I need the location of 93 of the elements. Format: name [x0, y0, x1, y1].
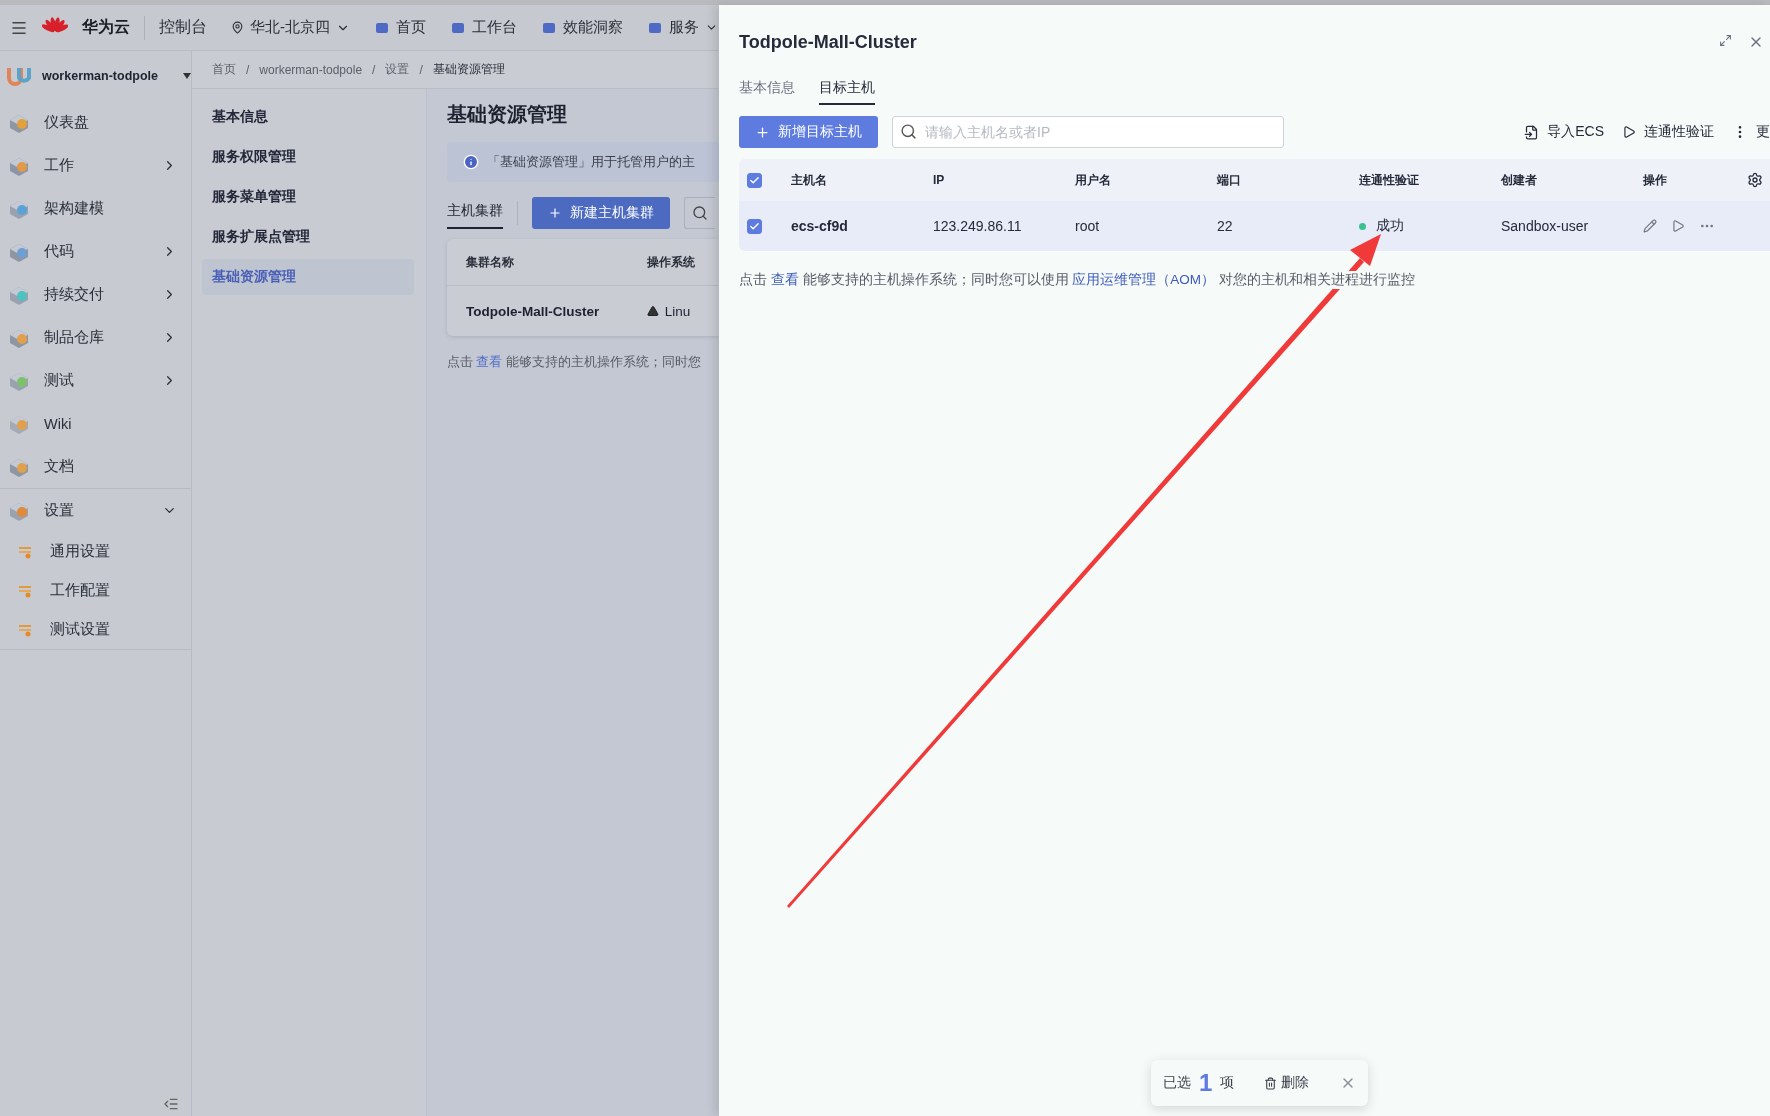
- column-header: 操作系统: [646, 253, 696, 271]
- drawer-title: Todpole-Mall-Cluster: [739, 31, 917, 53]
- settings-menu-item[interactable]: 服务权限管理: [202, 139, 414, 175]
- hint-text: 点击 查看 能够支持的主机操作系统；同时您可以使用 应用运维管理（AOM） 对您的主机和相关进程进行监控: [739, 271, 1415, 289]
- project-selector[interactable]: workerman-todpole: [0, 51, 191, 101]
- sidebar-item[interactable]: 测试: [0, 359, 191, 402]
- column-header: 创建者: [1501, 171, 1538, 189]
- breadcrumb-link[interactable]: workerman-todpole: [259, 62, 363, 77]
- link[interactable]: 应用运维管理（AOM）: [1072, 272, 1216, 287]
- search-icon: [692, 204, 708, 221]
- selection-count: 1: [1199, 1069, 1213, 1097]
- link[interactable]: 查看: [770, 272, 799, 287]
- new-cluster-button[interactable]: 新建主机集群: [532, 196, 670, 229]
- select-all-checkbox[interactable]: [747, 172, 762, 188]
- tab[interactable]: 主机集群: [447, 196, 503, 229]
- settings-icon: [18, 583, 32, 598]
- table-cell-text: Sandbox-user: [1501, 218, 1590, 234]
- sidebar-item[interactable]: 文档: [0, 445, 191, 488]
- sidebar-item[interactable]: 持续交付: [0, 273, 191, 316]
- sidebar-item[interactable]: 制品仓库: [0, 316, 191, 359]
- table-cell: Linu: [646, 303, 719, 319]
- plus-icon: [755, 124, 770, 140]
- nav-item[interactable]: 效能洞察: [541, 18, 623, 37]
- sidebar-subitem[interactable]: 通用设置: [0, 532, 191, 571]
- settings-icon: [18, 622, 32, 637]
- column-header: 用户名: [1075, 171, 1112, 189]
- collapse-icon[interactable]: [163, 1096, 179, 1112]
- breadcrumb-link[interactable]: 首页: [212, 61, 236, 78]
- check-icon: [749, 174, 760, 186]
- column-header: 端口: [1217, 171, 1242, 189]
- settings-menu-item[interactable]: 服务扩展点管理: [202, 219, 414, 255]
- column-header: 集群名称: [466, 253, 515, 271]
- table-cell-text: 123.249.86.11: [933, 218, 1023, 234]
- check-icon: [749, 220, 760, 232]
- trash-icon: [1264, 1076, 1278, 1090]
- sidebar-subitem[interactable]: 测试设置: [0, 610, 191, 649]
- tab[interactable]: 基本信息: [739, 79, 795, 105]
- sidebar-item[interactable]: 设置: [0, 489, 191, 532]
- caret-icon: [183, 73, 191, 79]
- settings-icon[interactable]: [1747, 172, 1763, 188]
- row-checkbox[interactable]: [747, 218, 762, 234]
- selection-label: 已选: [1163, 1074, 1191, 1092]
- import-icon: [1524, 124, 1540, 140]
- breadcrumb-separator: /: [419, 62, 423, 77]
- search-field[interactable]: 请输入主机名或者IP: [892, 116, 1284, 148]
- toolbar-action[interactable]: 更: [1732, 123, 1770, 141]
- toolbar-action[interactable]: 连通性验证: [1622, 123, 1714, 141]
- info-icon: [463, 154, 479, 170]
- sidebar-item[interactable]: 架构建模: [0, 187, 191, 230]
- sidebar-subitem[interactable]: 工作配置: [0, 571, 191, 610]
- tab[interactable]: 目标主机: [819, 79, 875, 105]
- brand-name: 华为云: [82, 17, 130, 37]
- column-header: 连通性验证: [1359, 171, 1420, 189]
- edit-icon[interactable]: [1643, 219, 1657, 233]
- breadcrumb-separator: /: [246, 62, 250, 77]
- breadcrumb-link[interactable]: 基础资源管理: [432, 61, 505, 78]
- table-cell-text: root: [1075, 218, 1101, 234]
- table-cell-text: Todpole-Mall-Cluster: [466, 303, 601, 319]
- search-button[interactable]: [684, 196, 715, 229]
- play-icon[interactable]: [1671, 219, 1685, 233]
- delete-button[interactable]: 删除: [1264, 1074, 1310, 1092]
- table-cell-text: 22: [1217, 218, 1234, 234]
- settings-menu-item[interactable]: 服务菜单管理: [202, 179, 414, 215]
- hint-text: 点击 查看 能够支持的主机操作系统；同时您: [447, 354, 702, 371]
- table-cell-text: ecs-cf9d: [791, 218, 849, 234]
- status-text: 成功: [1376, 217, 1404, 235]
- nav-item[interactable]: 服务: [647, 18, 718, 37]
- plus-icon: [548, 205, 562, 220]
- page-title: 基础资源管理: [447, 102, 568, 127]
- nav-item[interactable]: 工作台: [450, 18, 517, 37]
- column-header: 主机名: [791, 171, 828, 189]
- settings-icon: [18, 544, 32, 559]
- sidebar-item[interactable]: 代码: [0, 230, 191, 273]
- search-icon: [900, 123, 917, 140]
- info-banner: 「基础资源管理」用于托管用户的主: [447, 142, 719, 182]
- column-header: IP: [933, 173, 946, 187]
- table-row[interactable]: ecs-cf9d 123.249.86.11 root 22 成功 Sandbox-user: [739, 201, 1770, 251]
- region-selector[interactable]: 华北-北京四: [231, 18, 350, 37]
- column-header: 操作: [1643, 171, 1668, 189]
- breadcrumb-separator: /: [372, 62, 376, 77]
- add-host-button[interactable]: 新增目标主机: [739, 116, 878, 148]
- breadcrumb-link[interactable]: 设置: [385, 61, 410, 78]
- expand-icon[interactable]: [1719, 34, 1732, 47]
- selection-label: 项: [1220, 1074, 1235, 1092]
- sidebar-item[interactable]: 仪表盘: [0, 101, 191, 144]
- nav-item[interactable]: 首页: [374, 18, 426, 37]
- play-icon: [1622, 125, 1636, 139]
- settings-menu-item[interactable]: 基本信息: [202, 99, 414, 135]
- console-link[interactable]: 控制台: [159, 17, 207, 38]
- sidebar-item[interactable]: Wiki: [0, 402, 191, 445]
- sidebar-item[interactable]: 工作: [0, 144, 191, 187]
- location-pin-icon: [231, 21, 244, 34]
- toolbar-action[interactable]: 导入ECS: [1524, 123, 1604, 141]
